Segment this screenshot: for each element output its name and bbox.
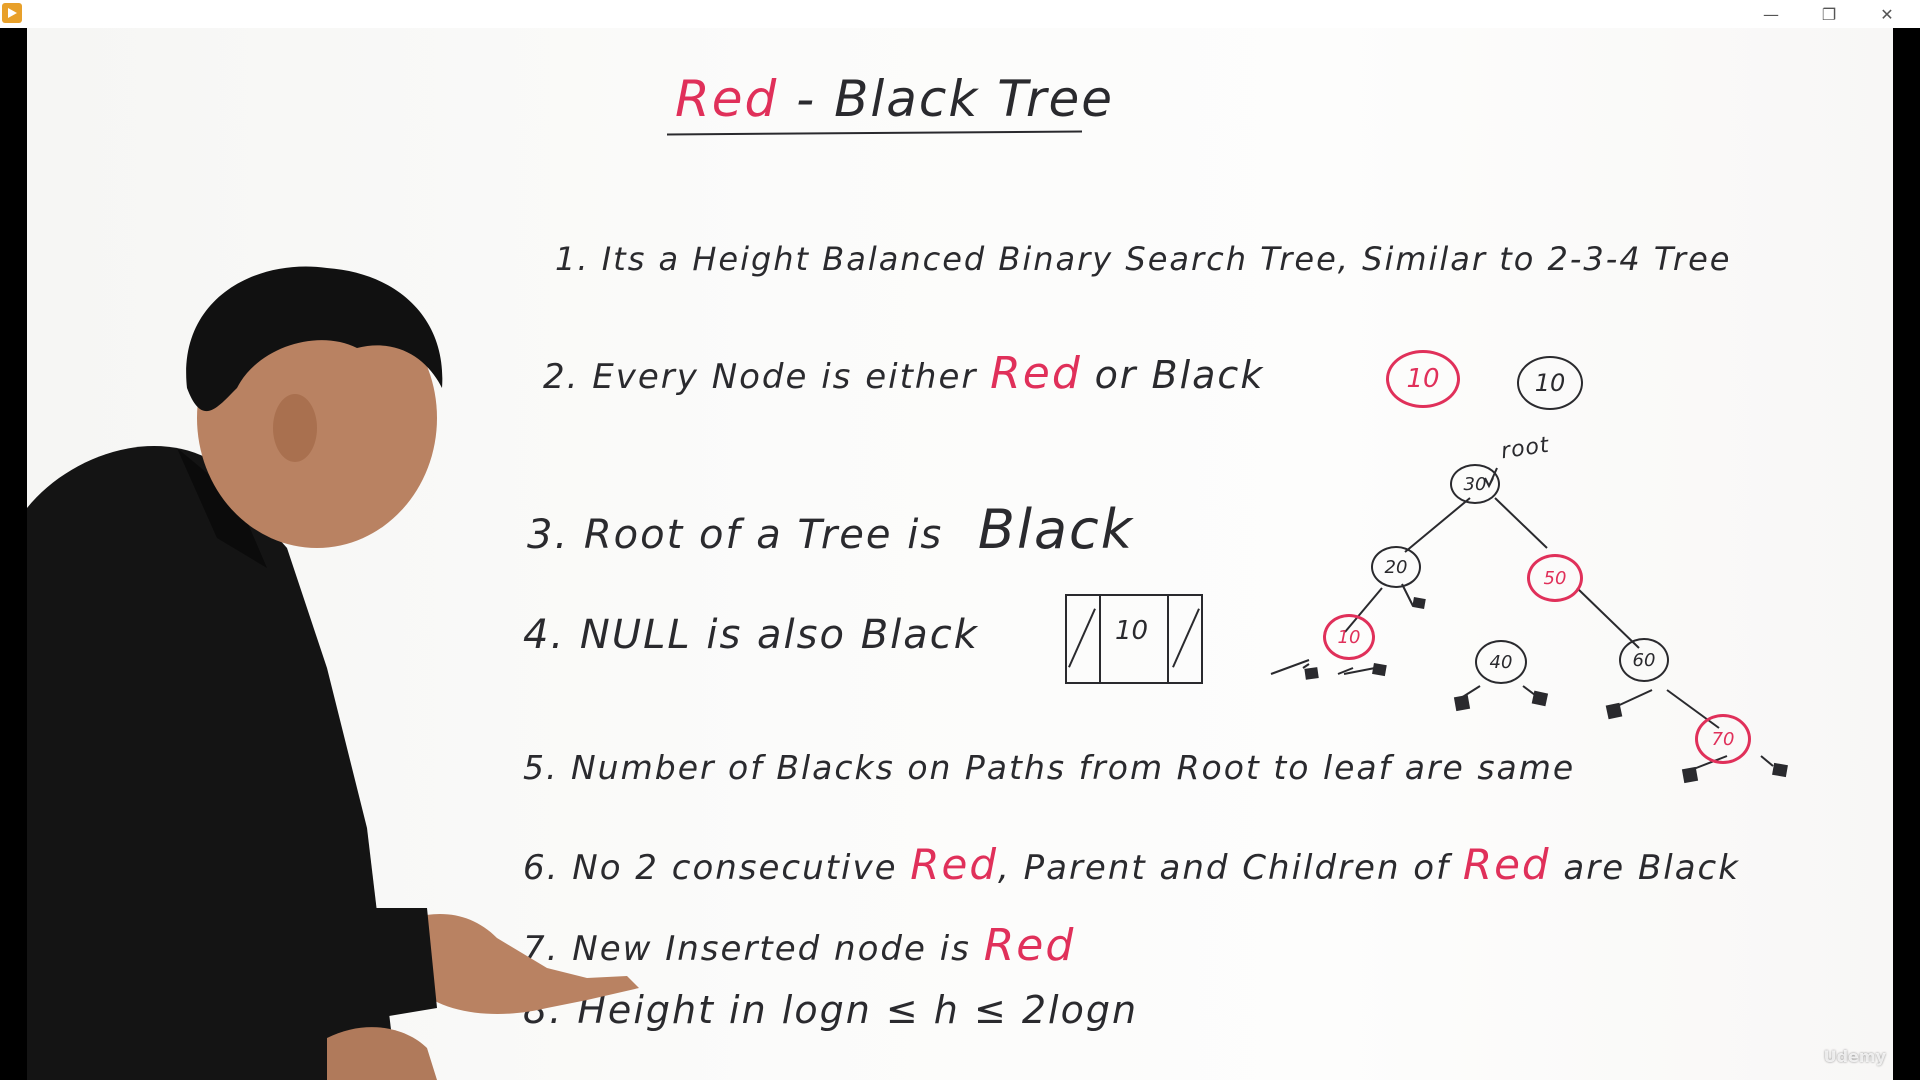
- tree-node-70-value: 70: [1711, 728, 1735, 750]
- tree-node-60-value: 60: [1632, 649, 1656, 671]
- tree-node-50: 50: [1527, 554, 1583, 602]
- video-frame[interactable]: Red - Black Tree 1. Its a Height Balance…: [0, 28, 1920, 1080]
- close-icon: ✕: [1880, 4, 1894, 24]
- tree-node-40-value: 40: [1489, 651, 1513, 673]
- tree-node-50-value: 50: [1543, 567, 1567, 589]
- tree-node-20-value: 20: [1384, 556, 1408, 578]
- window-titlebar: — ❐ ✕: [0, 0, 1920, 29]
- tree-node-30: 30: [1450, 464, 1500, 504]
- minimize-button[interactable]: —: [1748, 0, 1794, 28]
- tree-node-40: 40: [1475, 640, 1527, 684]
- udemy-watermark: Udemy: [1823, 1047, 1886, 1066]
- restore-button[interactable]: ❐: [1806, 0, 1852, 28]
- whiteboard: Red - Black Tree 1. Its a Height Balance…: [27, 28, 1893, 1080]
- close-button[interactable]: ✕: [1864, 0, 1910, 28]
- restore-icon: ❐: [1821, 4, 1837, 24]
- tree-node-10: 10: [1323, 614, 1375, 660]
- minimize-icon: —: [1763, 4, 1779, 24]
- presenter: [27, 266, 639, 1080]
- tree-node-60: 60: [1619, 638, 1669, 682]
- tree-node-20: 20: [1371, 546, 1421, 588]
- tree-node-10-value: 10: [1337, 626, 1361, 648]
- media-player-icon: [2, 3, 22, 23]
- tree-node-30-value: 30: [1463, 473, 1487, 495]
- tree-node-70: 70: [1695, 714, 1751, 764]
